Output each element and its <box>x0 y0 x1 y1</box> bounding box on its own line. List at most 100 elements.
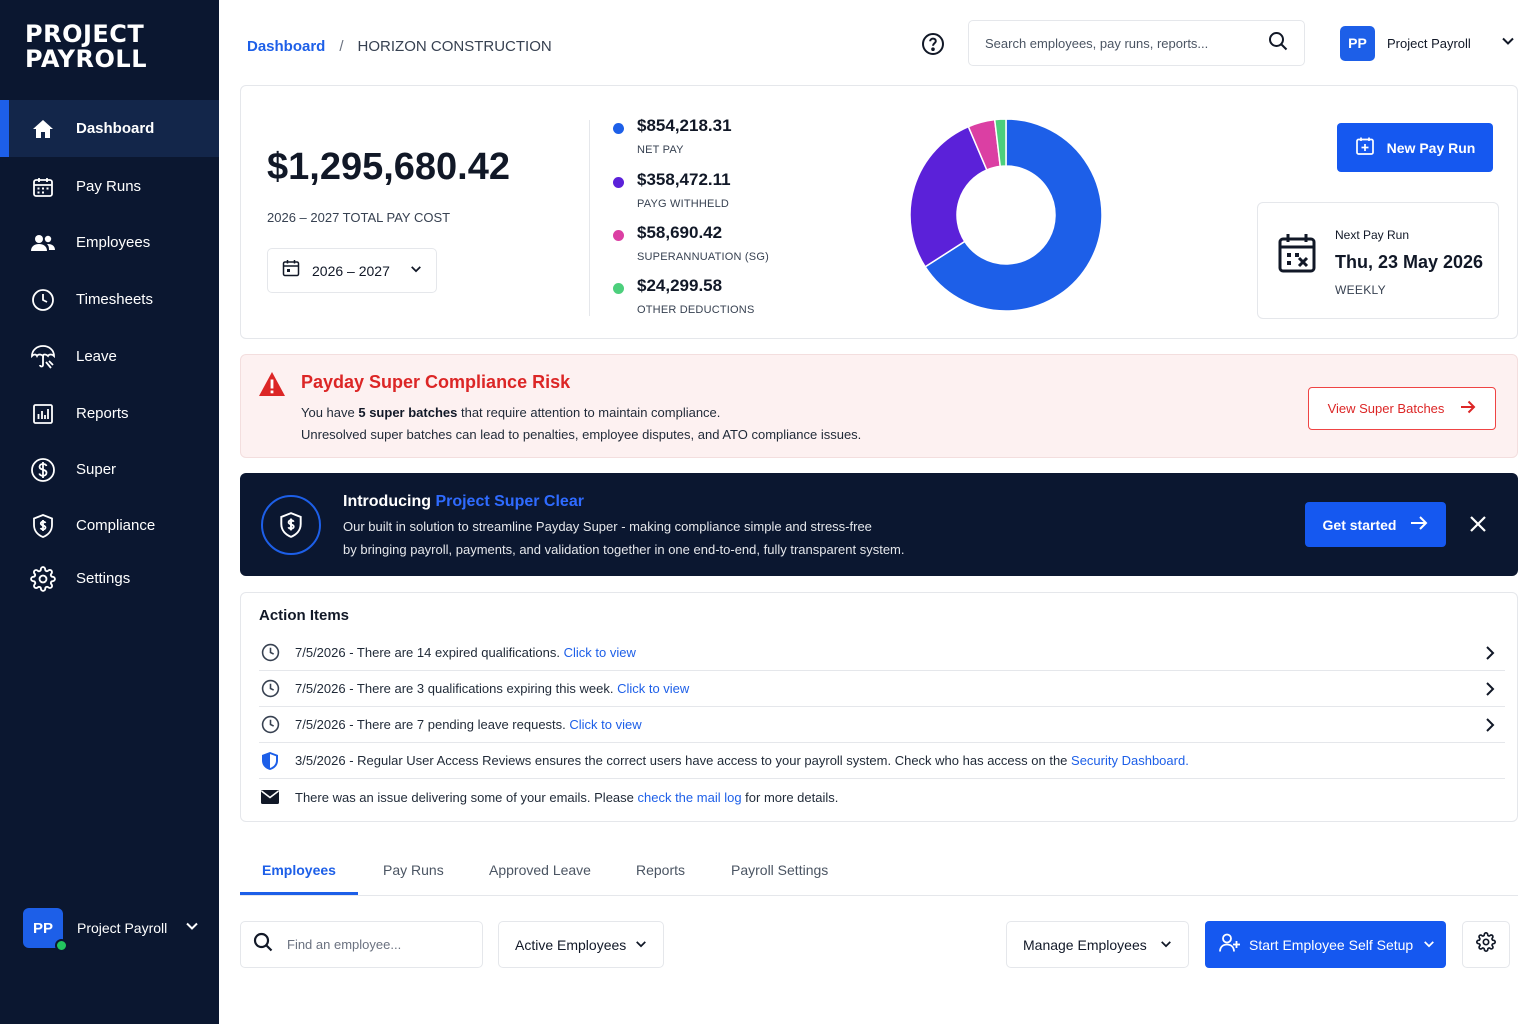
start-employee-self-setup-button[interactable]: Start Employee Self Setup <box>1205 921 1446 968</box>
table-settings-button[interactable] <box>1462 921 1510 968</box>
alert-message-text: You have <box>301 405 359 420</box>
global-search <box>968 20 1305 66</box>
sidebar-item-reports[interactable]: Reports <box>0 385 219 442</box>
action-item-text: 3/5/2026 - Regular User Access Reviews e… <box>295 753 1189 768</box>
avatar: PP <box>1340 25 1375 61</box>
manage-employees-label: Manage Employees <box>1023 936 1147 953</box>
breadcrumb-current: HORIZON CONSTRUCTION <box>357 38 552 55</box>
search-icon[interactable] <box>1268 31 1288 56</box>
action-item: There was an issue delivering some of yo… <box>259 779 1505 815</box>
next-pay-run-date: Thu, 23 May 2026 <box>1335 252 1484 272</box>
promo-description-line-1: Our built in solution to streamline Payd… <box>343 519 872 534</box>
promo-title: Introducing Project Super Clear <box>343 493 584 511</box>
sidebar-item-dashboard[interactable]: Dashboard <box>0 100 219 157</box>
chevron-right-icon[interactable] <box>1483 717 1497 738</box>
financial-year-value: 2026 – 2027 <box>312 262 390 279</box>
action-items-panel: Action Items 7/5/2026 - There are 14 exp… <box>240 592 1518 822</box>
sidebar-item-label: Settings <box>76 570 131 587</box>
action-item-message: 7/5/2026 - There are 7 pending leave req… <box>295 717 570 732</box>
view-super-batches-button[interactable]: View Super Batches <box>1308 387 1496 430</box>
new-pay-run-button[interactable]: New Pay Run <box>1337 123 1493 172</box>
alert-message: You have 5 super batches that require at… <box>301 405 720 420</box>
super-clear-promo-banner: Introducing Project Super Clear Our buil… <box>240 473 1518 576</box>
promo-title-text: Introducing <box>343 493 436 510</box>
legend-label: OTHER DEDUCTIONS <box>637 304 755 316</box>
alert-message-text: that require attention to maintain compl… <box>457 405 721 420</box>
help-icon[interactable] <box>921 32 945 56</box>
chevron-right-icon[interactable] <box>1483 645 1497 666</box>
sidebar-item-label: Dashboard <box>76 120 155 137</box>
total-pay-cost: $1,295,680.42 <box>267 146 511 188</box>
legend-dot <box>613 123 624 134</box>
sidebar-item-timesheets[interactable]: Timesheets <box>0 271 219 328</box>
clock-icon <box>259 678 281 700</box>
chevron-right-icon[interactable] <box>1483 681 1497 702</box>
mail-log-link[interactable]: check the mail log <box>638 790 742 805</box>
sidebar: PROJECT PAYROLL Dashboard Pay Runs Emplo… <box>0 0 219 1024</box>
shield-dollar-icon <box>30 513 56 539</box>
header-user-name: Project Payroll <box>1387 35 1471 51</box>
calendar-plus-icon <box>1355 136 1375 159</box>
action-items-heading: Action Items <box>259 607 350 624</box>
legend-label: NET PAY <box>637 144 684 156</box>
tab-pay-runs[interactable]: Pay Runs <box>383 862 444 895</box>
action-item[interactable]: 7/5/2026 - There are 14 expired qualific… <box>259 635 1505 671</box>
legend-value: $24,299.58 <box>637 276 723 295</box>
legend-value: $58,690.42 <box>637 223 723 242</box>
sidebar-user-menu[interactable]: PP Project Payroll <box>23 906 203 952</box>
manage-employees-dropdown[interactable]: Manage Employees <box>1006 921 1189 968</box>
sidebar-item-label: Employees <box>76 234 151 251</box>
close-icon[interactable] <box>1468 514 1488 534</box>
legend-label: PAYG WITHHELD <box>637 198 730 210</box>
security-dashboard-link[interactable]: Security Dashboard. <box>1071 753 1189 768</box>
breadcrumb-separator: / <box>339 38 344 55</box>
click-to-view-link[interactable]: Click to view <box>617 681 689 696</box>
app-logo[interactable]: PROJECT PAYROLL <box>25 22 147 72</box>
action-item-message: There was an issue delivering some of yo… <box>295 789 638 805</box>
tab-payroll-settings[interactable]: Payroll Settings <box>731 862 828 895</box>
sidebar-item-super[interactable]: Super <box>0 441 219 498</box>
gear-icon <box>30 565 56 592</box>
action-item-message: for more details. <box>741 789 839 805</box>
sidebar-item-label: Super <box>76 461 117 478</box>
new-pay-run-label: New Pay Run <box>1386 139 1476 156</box>
financial-year-select[interactable]: 2026 – 2027 <box>267 248 437 293</box>
action-item: 3/5/2026 - Regular User Access Reviews e… <box>259 743 1505 779</box>
dollar-circle-icon <box>30 457 56 483</box>
calendar-icon <box>30 174 56 200</box>
action-item-text: 7/5/2026 - There are 14 expired qualific… <box>295 645 636 660</box>
sidebar-item-employees[interactable]: Employees <box>0 214 219 271</box>
legend-dot <box>613 283 624 294</box>
next-pay-run-frequency: WEEKLY <box>1335 283 1386 297</box>
action-item[interactable]: 7/5/2026 - There are 7 pending leave req… <box>259 707 1505 743</box>
global-search-input[interactable] <box>985 35 1268 51</box>
employee-search <box>240 921 483 968</box>
sidebar-item-settings[interactable]: Settings <box>0 550 219 607</box>
breadcrumb: Dashboard / HORIZON CONSTRUCTION <box>247 38 552 55</box>
employee-search-input[interactable] <box>287 937 482 952</box>
breadcrumb-home-link[interactable]: Dashboard <box>247 38 325 55</box>
sidebar-item-leave[interactable]: Leave <box>0 328 219 385</box>
legend-dot <box>613 177 624 188</box>
sidebar-item-pay-runs[interactable]: Pay Runs <box>0 158 219 215</box>
arrow-right-icon <box>1410 515 1428 534</box>
tab-employees[interactable]: Employees <box>240 862 358 895</box>
action-item-text: There was an issue delivering some of yo… <box>295 790 838 805</box>
click-to-view-link[interactable]: Click to view <box>564 645 636 660</box>
sidebar-item-compliance[interactable]: Compliance <box>0 497 219 554</box>
users-icon <box>30 230 56 256</box>
chevron-down-icon <box>1423 937 1435 953</box>
action-item-message: 7/5/2026 - There are 3 qualifications ex… <box>295 681 618 696</box>
sidebar-item-label: Timesheets <box>76 291 153 308</box>
action-item[interactable]: 7/5/2026 - There are 3 qualifications ex… <box>259 671 1505 707</box>
promo-description-line-2: by bringing payroll, payments, and valid… <box>343 542 905 557</box>
employee-status-filter[interactable]: Active Employees <box>498 921 664 968</box>
tab-reports[interactable]: Reports <box>636 862 685 895</box>
header-user-menu[interactable]: PP Project Payroll <box>1340 25 1515 61</box>
clock-icon <box>259 642 281 664</box>
click-to-view-link[interactable]: Click to view <box>569 717 641 732</box>
chevron-down-icon <box>1160 937 1172 953</box>
get-started-button[interactable]: Get started <box>1305 502 1446 547</box>
tab-approved-leave[interactable]: Approved Leave <box>489 862 591 895</box>
chevron-down-icon <box>410 262 422 280</box>
